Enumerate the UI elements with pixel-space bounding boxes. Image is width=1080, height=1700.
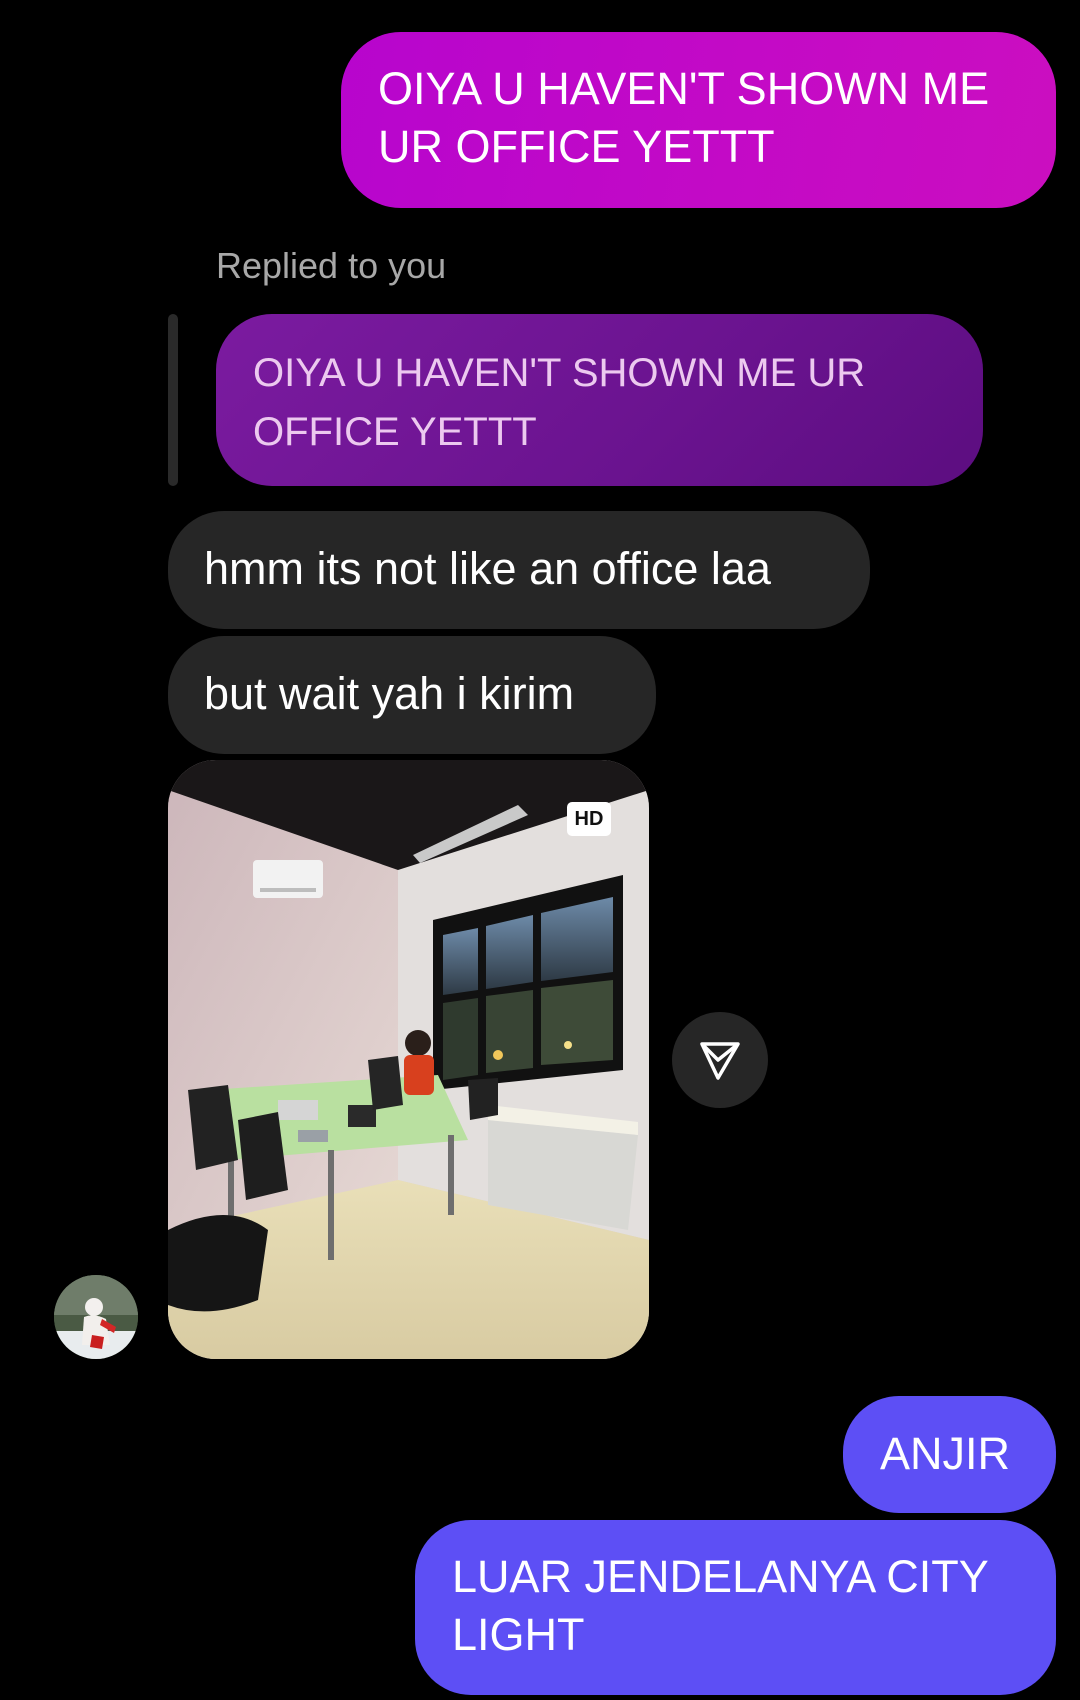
replied-to-you-label: Replied to you <box>216 245 447 286</box>
message-text-line: OIYA U HAVEN'T SHOWN ME <box>378 63 990 114</box>
hd-badge: HD <box>567 802 611 836</box>
message-text: hmm its not like an office laa <box>204 543 771 594</box>
message-text-line: LIGHT <box>452 1609 585 1660</box>
message-text: ANJIR <box>880 1428 1011 1479</box>
send-paper-plane-icon <box>700 1042 740 1080</box>
message-text: but wait yah i kirim <box>204 668 575 719</box>
office-photo-image <box>168 760 649 1359</box>
reply-indicator-bar <box>168 314 178 486</box>
share-button[interactable] <box>672 1012 768 1108</box>
sent-message-bubble[interactable]: OIYA U HAVEN'T SHOWN ME UR OFFICE YETTT <box>341 32 1056 208</box>
quoted-text-line: OFFICE YETTT <box>253 410 537 454</box>
received-photo-message[interactable]: HD <box>168 760 649 1359</box>
avatar-image <box>54 1275 138 1359</box>
message-text-line: LUAR JENDELANYA CITY <box>452 1551 989 1602</box>
quoted-message-bubble[interactable]: OIYA U HAVEN'T SHOWN ME UR OFFICE YETTT <box>216 314 983 486</box>
received-message-bubble[interactable]: but wait yah i kirim <box>168 636 656 754</box>
contact-avatar[interactable] <box>54 1275 138 1359</box>
sent-message-bubble[interactable]: ANJIR <box>843 1396 1056 1513</box>
sent-message-bubble[interactable]: LUAR JENDELANYA CITY LIGHT <box>415 1520 1056 1695</box>
received-message-bubble[interactable]: hmm its not like an office laa <box>168 511 870 629</box>
quoted-text-line: OIYA U HAVEN'T SHOWN ME UR <box>253 351 866 395</box>
message-text-line: UR OFFICE YETTT <box>378 121 775 172</box>
